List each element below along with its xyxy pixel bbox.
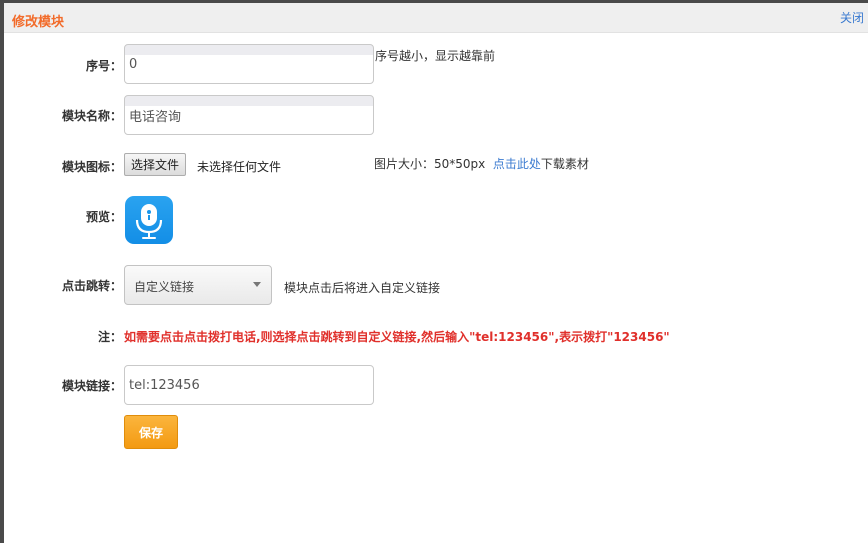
choose-file-button[interactable]: 选择文件	[124, 153, 187, 176]
module-name-input[interactable]	[124, 95, 374, 135]
order-input[interactable]	[124, 44, 374, 84]
module-name-label: 模块名称：	[61, 109, 122, 123]
chevron-down-icon	[253, 282, 261, 287]
preview-label: 预览：	[85, 210, 122, 224]
save-button[interactable]: 保存	[124, 415, 178, 449]
note-label: 注：	[97, 330, 122, 344]
download-link[interactable]: 点击此处	[493, 157, 541, 171]
module-link-label: 模块链接：	[61, 379, 122, 393]
image-size-hint: 图片大小：50*50px 点击此处下载素材	[374, 155, 589, 172]
module-icon-label: 模块图标：	[61, 160, 122, 174]
microphone-icon	[125, 196, 173, 244]
dialog-title: 修改模块	[12, 15, 65, 30]
image-size-text: 图片大小：50*50px	[374, 157, 486, 171]
jump-select[interactable]: 自定义链接	[124, 265, 272, 305]
file-status: 未选择任何文件	[197, 160, 282, 174]
order-hint: 序号越小，显示越靠前	[375, 49, 496, 63]
window-frame-left	[0, 0, 4, 543]
close-link[interactable]: 关闭	[840, 9, 864, 26]
order-label: 序号：	[85, 59, 122, 73]
dialog-titlebar: 修改模块 关闭	[4, 3, 868, 33]
module-link-input[interactable]	[124, 365, 374, 405]
jump-hint: 模块点击后将进入自定义链接	[284, 281, 441, 295]
download-suffix: 下载素材	[540, 157, 589, 171]
jump-label: 点击跳转：	[61, 279, 122, 293]
note-text: 如需要点击点击拨打电话,则选择点击跳转到自定义链接,然后输入"tel:12345…	[124, 330, 670, 344]
jump-select-value: 自定义链接	[134, 280, 195, 294]
